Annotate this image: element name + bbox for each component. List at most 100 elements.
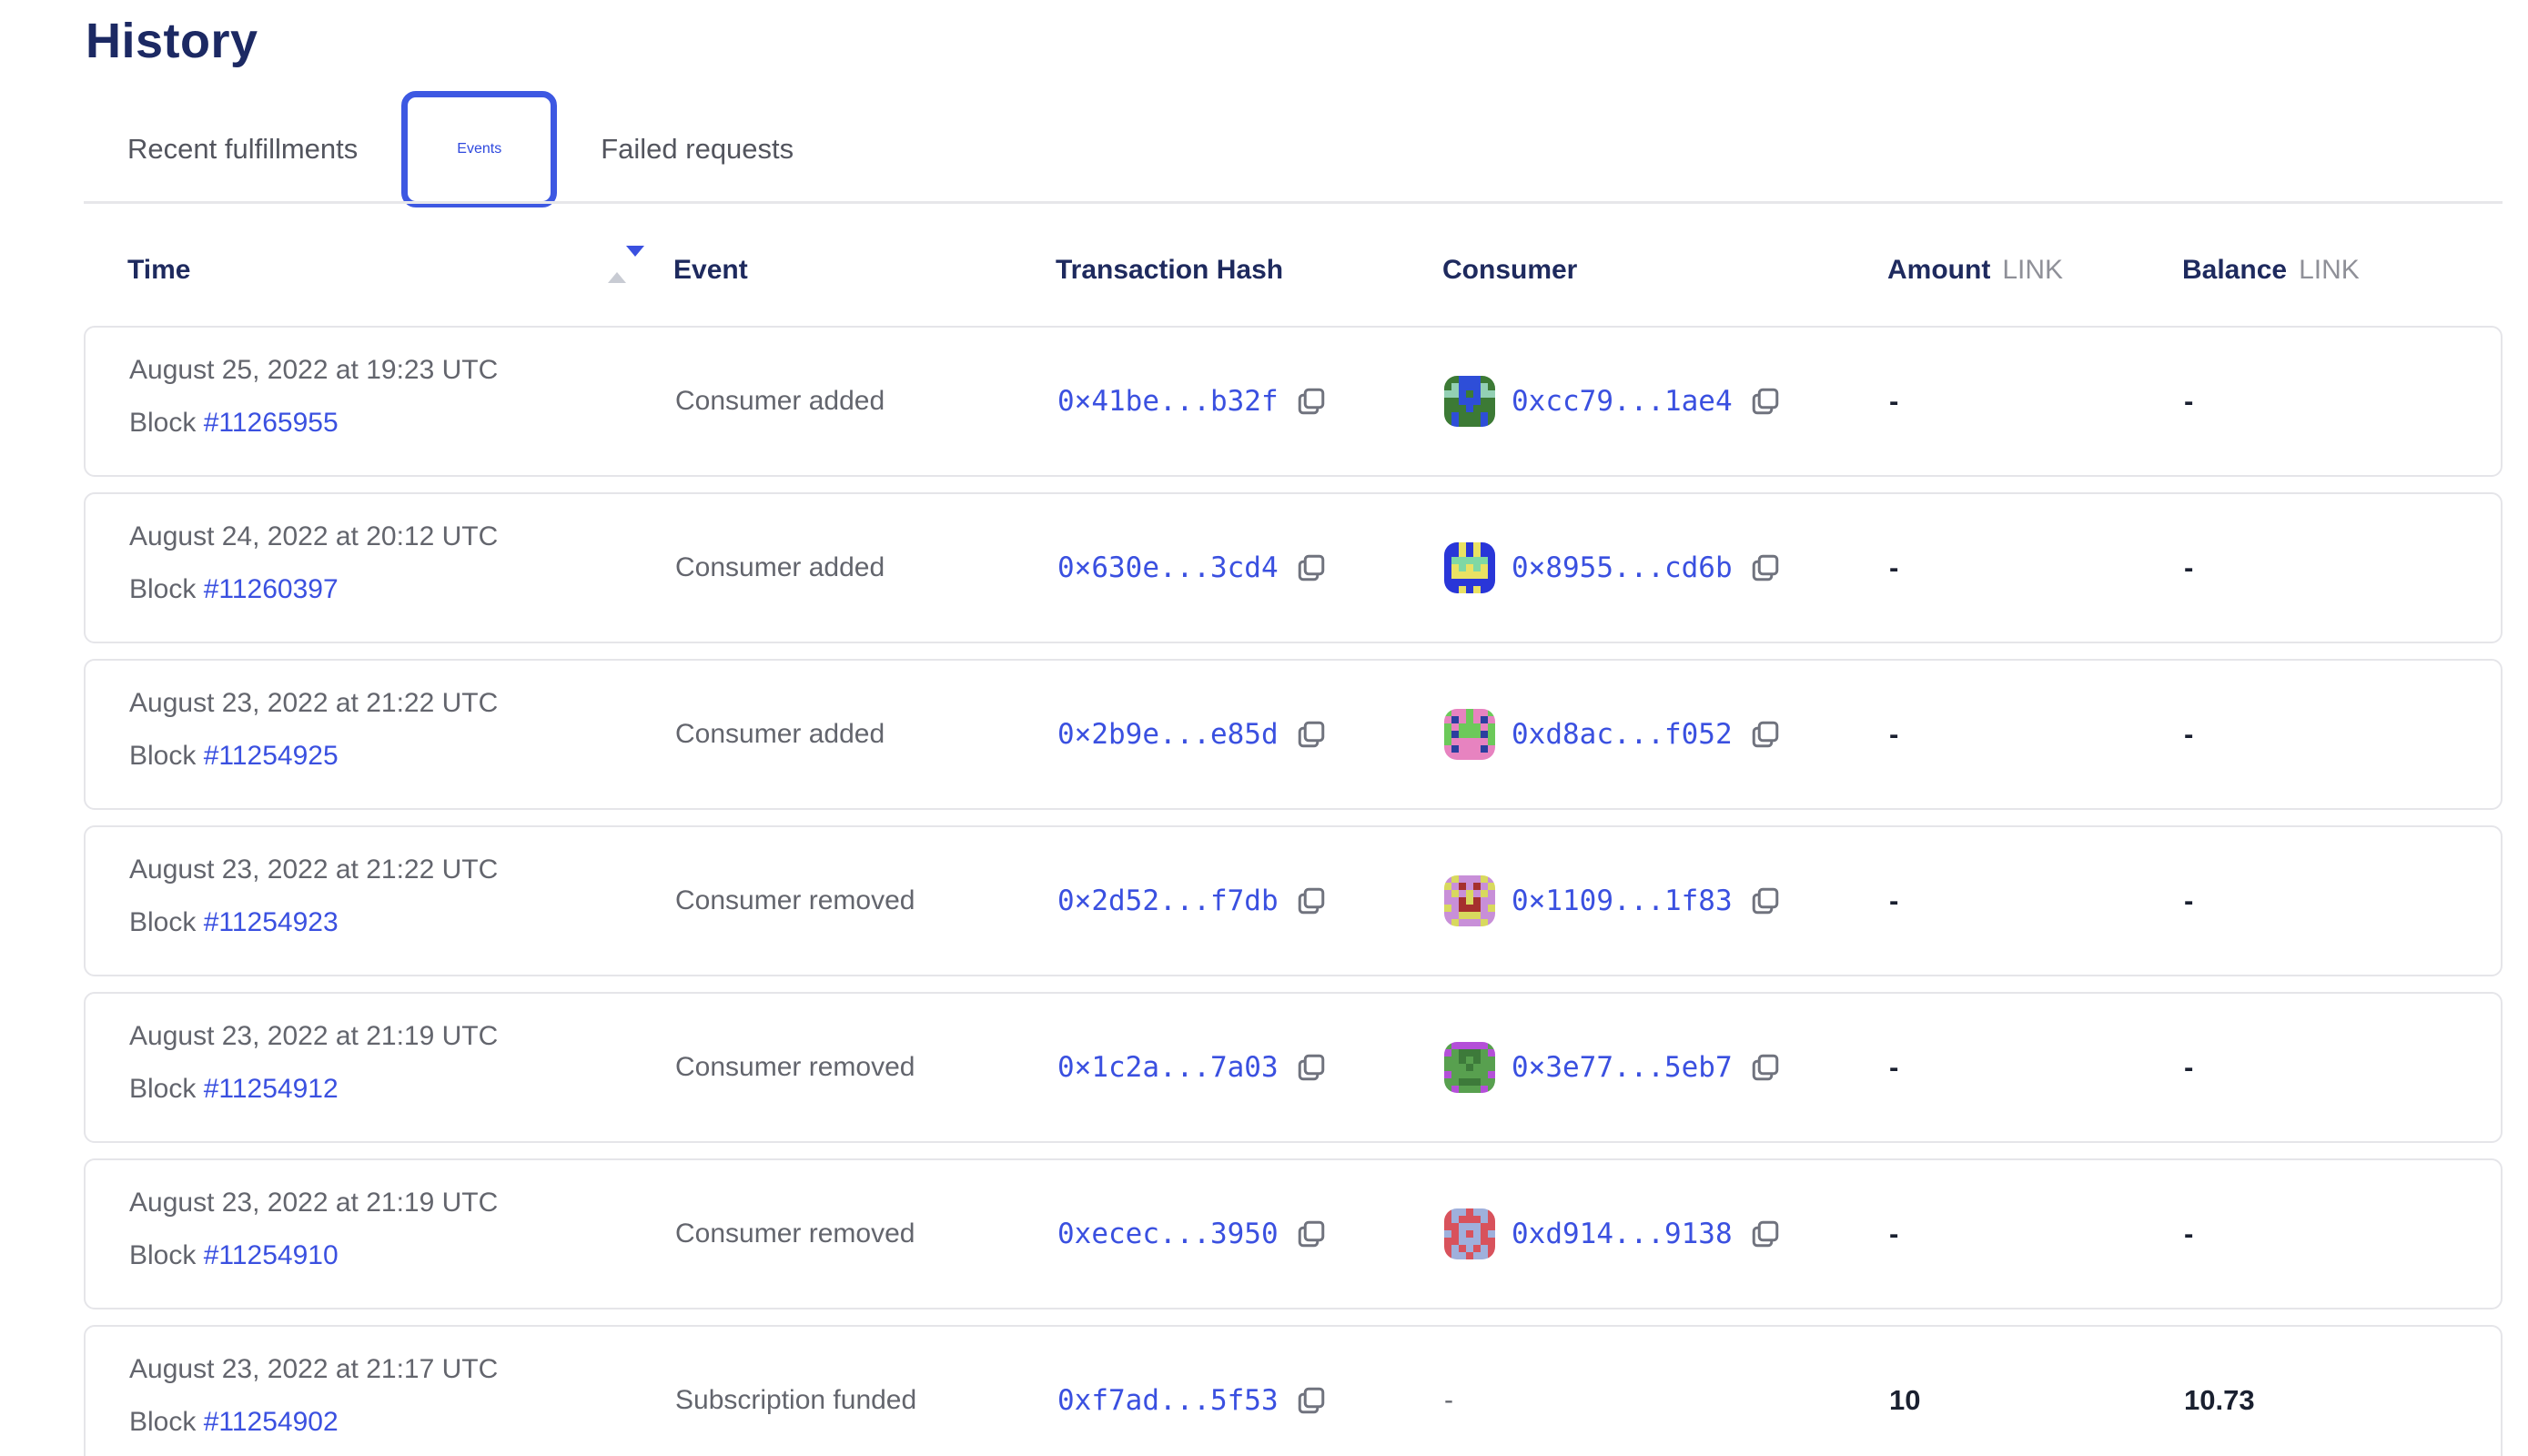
event-timestamp: August 23, 2022 at 21:19 UTC: [129, 1021, 498, 1052]
transaction-hash-cell: 0xf7ad...5f53: [1057, 1384, 1328, 1417]
table-row: August 23, 2022 at 21:22 UTC Block #1125…: [84, 659, 2503, 810]
amount-cell: -: [1889, 385, 1898, 418]
consumer-address-link[interactable]: 0×3e77...5eb7: [1512, 1051, 1733, 1084]
consumer-address-link[interactable]: 0×1109...1f83: [1512, 885, 1733, 917]
block-number-link[interactable]: #11254925: [204, 741, 339, 771]
consumer-address-link[interactable]: 0×8955...cd6b: [1512, 551, 1733, 584]
transaction-hash-cell: 0×2d52...f7db: [1057, 885, 1328, 917]
block-label: Block: [129, 741, 196, 771]
table-row: August 23, 2022 at 21:19 UTC Block #1125…: [84, 1158, 2503, 1309]
transaction-hash-link[interactable]: 0×41be...b32f: [1057, 385, 1279, 418]
block-number-link[interactable]: #11260397: [204, 574, 339, 604]
block-label: Block: [129, 907, 196, 937]
transaction-hash-cell: 0xecec...3950: [1057, 1218, 1328, 1250]
block-label: Block: [129, 574, 196, 604]
event-timestamp: August 23, 2022 at 21:22 UTC: [129, 688, 498, 719]
table-header: Time Event Transaction Hash Consumer Amo…: [84, 255, 2503, 295]
transaction-hash-link[interactable]: 0×2b9e...e85d: [1057, 718, 1279, 751]
block-number-link[interactable]: #11254912: [204, 1074, 339, 1104]
consumer-cell: 0×1109...1f83: [1444, 875, 1782, 926]
copy-transaction-hash-icon[interactable]: [1295, 1218, 1328, 1250]
caret-down-icon: [626, 246, 644, 272]
transaction-hash-link[interactable]: 0xf7ad...5f53: [1057, 1384, 1279, 1417]
consumer-cell: 0×8955...cd6b: [1444, 542, 1782, 593]
table-row: August 24, 2022 at 20:12 UTC Block #1126…: [84, 492, 2503, 643]
event-type-cell: Consumer added: [675, 552, 885, 583]
column-header-balance: BalanceLINK: [2182, 255, 2360, 286]
transaction-hash-link[interactable]: 0×2d52...f7db: [1057, 885, 1279, 917]
table-row: August 25, 2022 at 19:23 UTC Block #1126…: [84, 326, 2503, 477]
copy-transaction-hash-icon[interactable]: [1295, 551, 1328, 584]
block-line: Block #11254902: [129, 1407, 339, 1438]
amount-cell: -: [1889, 1051, 1898, 1084]
transaction-hash-cell: 0×41be...b32f: [1057, 385, 1328, 418]
block-number-link[interactable]: #11254923: [204, 907, 339, 937]
event-timestamp: August 25, 2022 at 19:23 UTC: [129, 355, 498, 386]
table-row: August 23, 2022 at 21:22 UTC Block #1125…: [84, 825, 2503, 976]
consumer-identicon: [1444, 875, 1495, 926]
consumer-identicon: [1444, 1208, 1495, 1259]
consumer-cell: 0×3e77...5eb7: [1444, 1042, 1782, 1093]
copy-transaction-hash-icon[interactable]: [1295, 1384, 1328, 1417]
transaction-hash-link[interactable]: 0×630e...3cd4: [1057, 551, 1279, 584]
block-line: Block #11260397: [129, 574, 339, 605]
block-number-link[interactable]: #11254910: [204, 1240, 339, 1270]
column-header-transaction-hash: Transaction Hash: [1056, 255, 1283, 286]
copy-consumer-address-icon[interactable]: [1749, 885, 1782, 917]
event-type-cell: Consumer removed: [675, 885, 915, 916]
block-label: Block: [129, 1240, 196, 1270]
copy-transaction-hash-icon[interactable]: [1295, 885, 1328, 917]
table-row: August 23, 2022 at 21:17 UTC Block #1125…: [84, 1325, 2503, 1456]
balance-cell: -: [2184, 551, 2193, 584]
consumer-address-link[interactable]: 0xd8ac...f052: [1512, 718, 1733, 751]
amount-cell: -: [1889, 1218, 1898, 1250]
balance-cell: -: [2184, 718, 2193, 751]
consumer-cell: -: [1444, 1385, 1453, 1416]
block-label: Block: [129, 1407, 196, 1437]
consumer-address-link[interactable]: 0xcc79...1ae4: [1512, 385, 1733, 418]
transaction-hash-cell: 0×1c2a...7a03: [1057, 1051, 1328, 1084]
copy-consumer-address-icon[interactable]: [1749, 551, 1782, 584]
caret-up-icon: [608, 257, 626, 283]
tab-events-active[interactable]: Events: [401, 91, 557, 207]
amount-unit-label: LINK: [2002, 255, 2063, 285]
block-line: Block #11265955: [129, 408, 339, 439]
tab-label: Events: [457, 141, 501, 157]
event-type-cell: Consumer added: [675, 386, 885, 417]
copy-consumer-address-icon[interactable]: [1749, 718, 1782, 751]
amount-cell: -: [1889, 885, 1898, 917]
column-header-consumer: Consumer: [1442, 255, 1577, 286]
block-line: Block #11254925: [129, 741, 339, 772]
table-row: August 23, 2022 at 21:19 UTC Block #1125…: [84, 992, 2503, 1143]
copy-transaction-hash-icon[interactable]: [1295, 385, 1328, 418]
event-type-cell: Consumer added: [675, 719, 885, 750]
column-header-event: Event: [673, 255, 748, 286]
tab-label: Failed requests: [601, 133, 794, 166]
transaction-hash-link[interactable]: 0×1c2a...7a03: [1057, 1051, 1279, 1084]
copy-consumer-address-icon[interactable]: [1749, 1051, 1782, 1084]
copy-transaction-hash-icon[interactable]: [1295, 1051, 1328, 1084]
tabs-divider: [84, 201, 2503, 204]
consumer-cell: 0xd914...9138: [1444, 1208, 1782, 1259]
copy-transaction-hash-icon[interactable]: [1295, 718, 1328, 751]
consumer-address-link[interactable]: 0xd914...9138: [1512, 1218, 1733, 1250]
event-timestamp: August 24, 2022 at 20:12 UTC: [129, 521, 498, 552]
block-number-link[interactable]: #11254902: [204, 1407, 339, 1437]
block-number-link[interactable]: #11265955: [204, 408, 339, 438]
consumer-cell: 0xcc79...1ae4: [1444, 376, 1782, 427]
consumer-address-link: -: [1444, 1385, 1453, 1416]
copy-consumer-address-icon[interactable]: [1749, 1218, 1782, 1250]
sort-control-time[interactable]: [608, 257, 626, 273]
copy-consumer-address-icon[interactable]: [1749, 385, 1782, 418]
transaction-hash-cell: 0×630e...3cd4: [1057, 551, 1328, 584]
events-table-body: August 25, 2022 at 19:23 UTC Block #1126…: [84, 326, 2503, 1456]
page-title: History: [86, 13, 258, 69]
transaction-hash-link[interactable]: 0xecec...3950: [1057, 1218, 1279, 1250]
balance-cell: -: [2184, 885, 2193, 917]
tab-failed-requests[interactable]: Failed requests: [601, 91, 794, 207]
balance-unit-label: LINK: [2299, 255, 2360, 285]
amount-cell: 10: [1889, 1384, 1920, 1417]
event-type-cell: Consumer removed: [675, 1052, 915, 1083]
event-type-cell: Subscription funded: [675, 1385, 916, 1416]
tab-recent-fulfillments[interactable]: Recent fulfillments: [127, 91, 358, 207]
